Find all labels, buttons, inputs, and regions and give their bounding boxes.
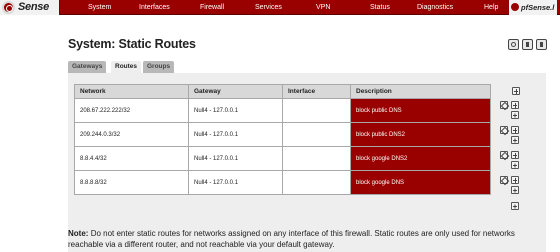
menu-services[interactable]: Services xyxy=(255,0,282,15)
route-interface[interactable] xyxy=(282,122,351,147)
help-icon[interactable] xyxy=(522,39,533,50)
hostname-label: pfSense.l xyxy=(509,0,558,15)
note-body: Do not enter static routes for networks … xyxy=(68,229,515,249)
route-gateway[interactable]: Null4 - 127.0.0.1 xyxy=(188,122,283,147)
route-interface[interactable] xyxy=(282,98,351,123)
menu-vpn[interactable]: VPN xyxy=(316,0,330,15)
status-view-icon[interactable] xyxy=(508,39,519,50)
add-route-icon[interactable] xyxy=(511,176,519,184)
route-description[interactable]: block google DNS xyxy=(350,170,491,195)
column-header-network: Network xyxy=(74,84,189,99)
route-description[interactable]: block google DNS2 xyxy=(350,146,491,171)
menu-system[interactable]: System xyxy=(88,0,111,15)
table-row[interactable]: 8.8.4.4/32 Null4 - 127.0.0.1 block googl… xyxy=(74,146,491,171)
add-route-icon[interactable] xyxy=(512,87,520,95)
note-text: Note: Do not enter static routes for net… xyxy=(68,228,548,250)
routes-table: Network Gateway Interface Description 20… xyxy=(74,84,491,195)
route-description[interactable]: block public DNS xyxy=(350,98,491,123)
route-network[interactable]: 8.8.8.8/32 xyxy=(74,170,189,195)
route-gateway[interactable]: Null4 - 127.0.0.1 xyxy=(188,98,283,123)
pfsense-logo[interactable]: Sense xyxy=(0,0,60,15)
column-header-gateway: Gateway xyxy=(188,84,283,99)
edit-route-icon[interactable] xyxy=(500,101,508,109)
route-interface[interactable] xyxy=(282,146,351,171)
menu-firewall[interactable]: Firewall xyxy=(200,0,224,15)
delete-route-icon[interactable] xyxy=(511,186,519,194)
table-row[interactable]: 209.244.0.3/32 Null4 - 127.0.0.1 block p… xyxy=(74,122,491,147)
add-route-icon[interactable] xyxy=(511,151,519,159)
route-gateway[interactable]: Null4 - 127.0.0.1 xyxy=(188,146,283,171)
table-header-row: Network Gateway Interface Description xyxy=(74,84,491,99)
route-description[interactable]: block public DNS2 xyxy=(350,122,491,147)
edit-route-icon[interactable] xyxy=(500,151,508,159)
add-route-icon[interactable] xyxy=(511,101,519,109)
delete-route-icon[interactable] xyxy=(511,136,519,144)
add-route-icon[interactable] xyxy=(511,126,519,134)
menu-interfaces[interactable]: Interfaces xyxy=(139,0,170,15)
menu-status[interactable]: Status xyxy=(370,0,390,15)
edit-route-icon[interactable] xyxy=(500,126,508,134)
page-title: System: Static Routes xyxy=(68,37,196,51)
route-gateway[interactable]: Null4 - 127.0.0.1 xyxy=(188,170,283,195)
route-interface[interactable] xyxy=(282,170,351,195)
column-header-interface: Interface xyxy=(282,84,351,99)
top-menu-bar: Sense System Interfaces Firewall Service… xyxy=(0,0,560,15)
delete-route-icon[interactable] xyxy=(511,161,519,169)
delete-selected-icon[interactable] xyxy=(511,202,519,210)
edit-route-icon[interactable] xyxy=(500,176,508,184)
tab-groups[interactable]: Groups xyxy=(143,61,175,73)
note-label: Note: xyxy=(68,229,89,238)
logo-text: Sense xyxy=(18,1,49,13)
delete-route-icon[interactable] xyxy=(511,111,519,119)
menu-help[interactable]: Help xyxy=(484,0,498,15)
table-row[interactable]: 8.8.8.8/32 Null4 - 127.0.0.1 block googl… xyxy=(74,170,491,195)
route-network[interactable]: 209.244.0.3/32 xyxy=(74,122,189,147)
menu-diagnostics[interactable]: Diagnostics xyxy=(417,0,453,15)
page-help-icon[interactable] xyxy=(536,39,547,50)
route-network[interactable]: 208.67.222.222/32 xyxy=(74,98,189,123)
column-header-description: Description xyxy=(350,84,491,99)
tab-gateways[interactable]: Gateways xyxy=(68,61,107,73)
table-row[interactable]: 208.67.222.222/32 Null4 - 127.0.0.1 bloc… xyxy=(74,98,491,123)
pfsense-logo-icon xyxy=(2,1,15,14)
route-network[interactable]: 8.8.4.4/32 xyxy=(74,146,189,171)
